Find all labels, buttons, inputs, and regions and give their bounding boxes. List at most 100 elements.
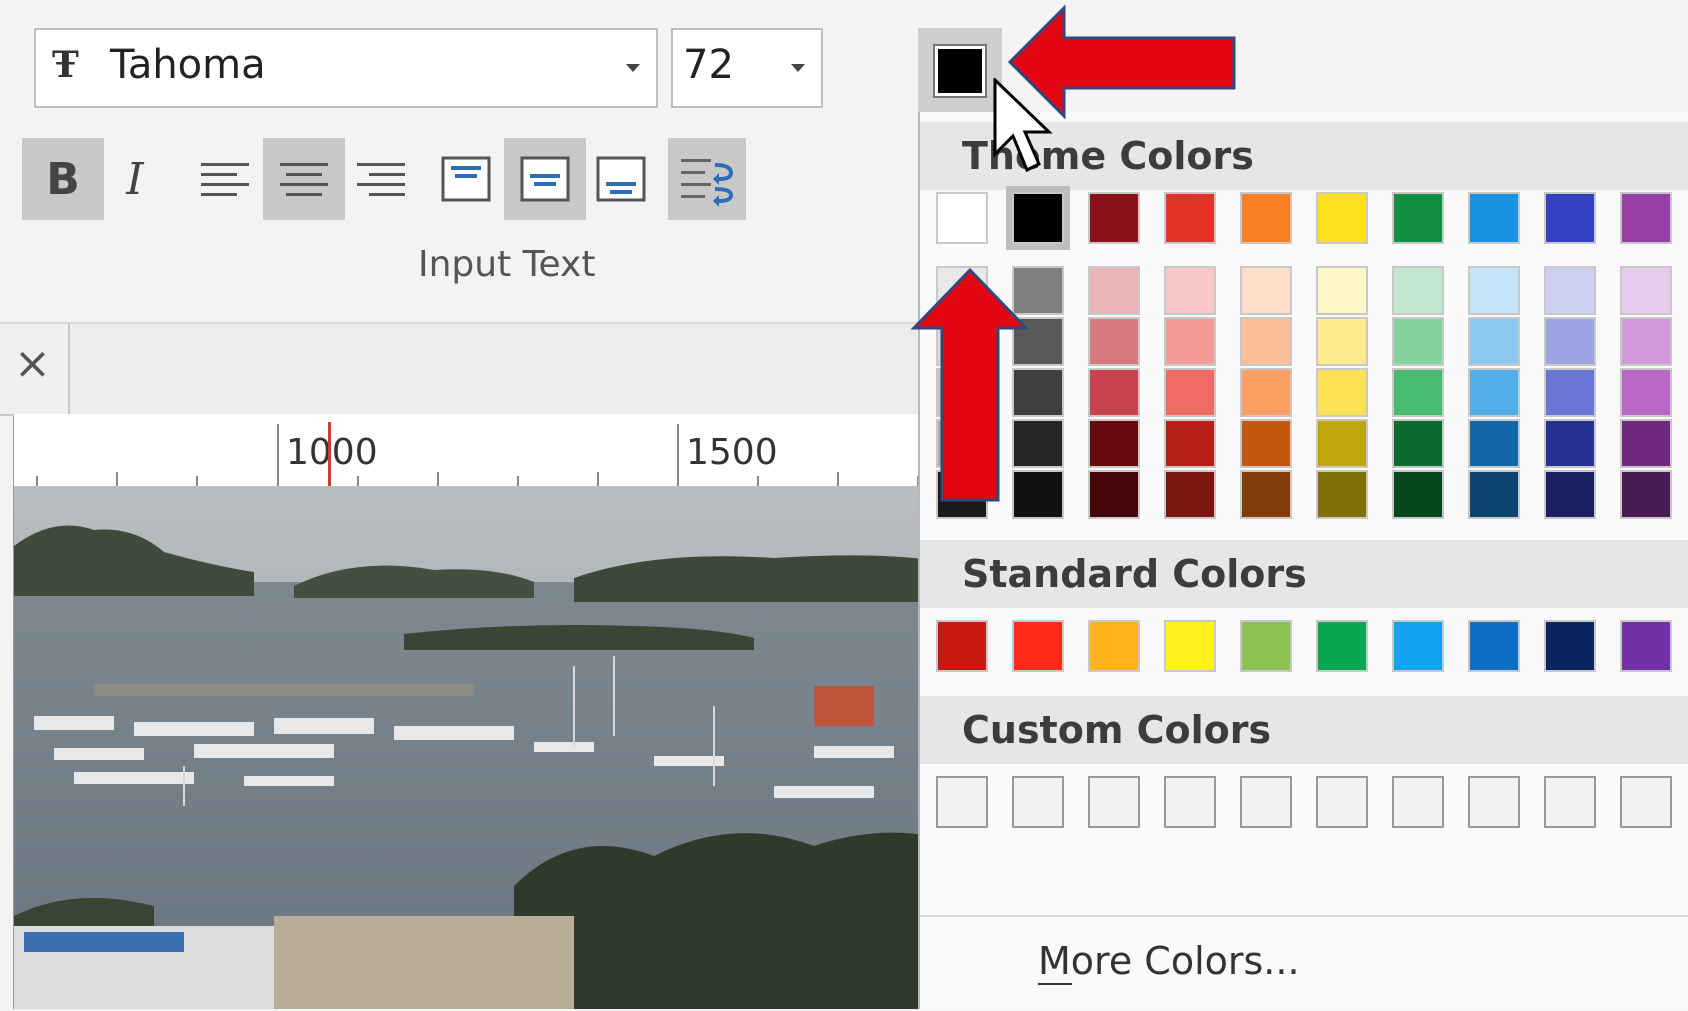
theme-shade-swatch[interactable]: [1240, 419, 1292, 468]
theme-shade-swatch[interactable]: [1316, 317, 1368, 366]
red-arrow-up-annotation: [910, 267, 1030, 508]
font-size-combo[interactable]: 72: [671, 28, 823, 108]
standard-color-swatch[interactable]: [1164, 620, 1216, 672]
theme-shade-swatch[interactable]: [1468, 266, 1520, 315]
valign-bottom-icon: [596, 156, 646, 202]
custom-color-swatch[interactable]: [1620, 776, 1672, 828]
align-left-button[interactable]: [184, 138, 266, 220]
theme-shade-swatch[interactable]: [1164, 368, 1216, 417]
theme-shade-swatch[interactable]: [1620, 317, 1672, 366]
theme-shade-swatch[interactable]: [1088, 368, 1140, 417]
align-right-button[interactable]: [340, 138, 422, 220]
custom-color-swatch[interactable]: [1544, 776, 1596, 828]
horizontal-ruler[interactable]: 1000 1500: [14, 414, 930, 487]
theme-shade-swatch[interactable]: [1620, 470, 1672, 519]
standard-color-swatch[interactable]: [936, 620, 988, 672]
valign-top-icon: [441, 156, 491, 202]
document-tab[interactable]: ×: [0, 324, 70, 416]
theme-shade-swatch[interactable]: [1164, 470, 1216, 519]
close-icon[interactable]: ×: [14, 338, 51, 389]
theme-shade-swatch[interactable]: [1468, 368, 1520, 417]
theme-color-swatch[interactable]: [1544, 192, 1596, 244]
standard-color-swatch[interactable]: [1620, 620, 1672, 672]
standard-color-swatch[interactable]: [1088, 620, 1140, 672]
theme-shade-swatch[interactable]: [1164, 266, 1216, 315]
theme-shade-swatch[interactable]: [1620, 419, 1672, 468]
more-colors-label: More Colors...: [1038, 939, 1300, 983]
theme-shade-swatch[interactable]: [1088, 266, 1140, 315]
theme-shade-swatch[interactable]: [1544, 470, 1596, 519]
custom-color-swatch[interactable]: [1240, 776, 1292, 828]
valign-top-button[interactable]: [425, 138, 507, 220]
mouse-pointer-icon: [993, 76, 1053, 182]
theme-shade-swatch[interactable]: [1544, 368, 1596, 417]
chevron-down-icon[interactable]: [626, 64, 640, 72]
theme-color-swatch[interactable]: [1088, 192, 1140, 244]
theme-shade-swatch[interactable]: [1392, 317, 1444, 366]
theme-shade-swatch[interactable]: [1468, 419, 1520, 468]
theme-shade-swatch[interactable]: [1544, 317, 1596, 366]
theme-color-swatch[interactable]: [1392, 192, 1444, 244]
theme-shade-swatch[interactable]: [1164, 317, 1216, 366]
theme-shade-swatch[interactable]: [1316, 470, 1368, 519]
font-size-value: 72: [683, 42, 734, 88]
italic-button[interactable]: I: [94, 138, 176, 220]
theme-shade-swatch[interactable]: [1240, 470, 1292, 519]
chevron-down-icon[interactable]: [791, 64, 805, 72]
standard-color-swatch[interactable]: [1392, 620, 1444, 672]
theme-shade-swatch[interactable]: [1544, 419, 1596, 468]
align-center-icon: [280, 156, 328, 203]
theme-color-swatch[interactable]: [1006, 186, 1070, 250]
theme-shade-swatch[interactable]: [1392, 470, 1444, 519]
tab-strip: ×: [0, 322, 930, 416]
standard-color-swatch[interactable]: [1468, 620, 1520, 672]
theme-shade-swatch[interactable]: [1240, 266, 1292, 315]
font-name-value: Tahoma: [110, 42, 266, 88]
wrap-text-button[interactable]: [668, 138, 746, 220]
align-left-icon: [201, 156, 249, 203]
valign-bottom-button[interactable]: [580, 138, 662, 220]
align-center-button[interactable]: [263, 138, 345, 220]
custom-color-swatch[interactable]: [1164, 776, 1216, 828]
theme-shade-swatch[interactable]: [1164, 419, 1216, 468]
theme-shade-swatch[interactable]: [1468, 317, 1520, 366]
standard-color-swatch[interactable]: [1240, 620, 1292, 672]
theme-shade-swatch[interactable]: [1316, 266, 1368, 315]
theme-color-swatch[interactable]: [1164, 192, 1216, 244]
theme-shade-swatch[interactable]: [1392, 368, 1444, 417]
theme-shade-swatch[interactable]: [1620, 266, 1672, 315]
custom-color-swatch[interactable]: [1316, 776, 1368, 828]
font-name-combo[interactable]: Ŧ Tahoma: [34, 28, 658, 108]
bold-button[interactable]: B: [22, 138, 104, 220]
custom-color-swatch[interactable]: [1012, 776, 1064, 828]
custom-color-swatch[interactable]: [936, 776, 988, 828]
theme-shade-swatch[interactable]: [1088, 470, 1140, 519]
more-colors-button[interactable]: More Colors...: [920, 915, 1688, 1011]
custom-color-swatch[interactable]: [1468, 776, 1520, 828]
theme-shade-swatch[interactable]: [1316, 368, 1368, 417]
standard-color-swatch[interactable]: [1544, 620, 1596, 672]
wrap-text-icon: [681, 159, 734, 207]
theme-shade-swatch[interactable]: [1240, 368, 1292, 417]
valign-middle-button[interactable]: [504, 138, 586, 220]
theme-shade-swatch[interactable]: [1316, 419, 1368, 468]
custom-color-swatch[interactable]: [1088, 776, 1140, 828]
standard-color-swatch[interactable]: [1012, 620, 1064, 672]
theme-shade-swatch[interactable]: [1392, 419, 1444, 468]
theme-shade-swatch[interactable]: [1468, 470, 1520, 519]
theme-color-swatch[interactable]: [936, 192, 988, 244]
custom-color-swatch[interactable]: [1392, 776, 1444, 828]
theme-color-swatch[interactable]: [1316, 192, 1368, 244]
theme-shade-swatch[interactable]: [1620, 368, 1672, 417]
theme-color-swatch[interactable]: [1620, 192, 1672, 244]
theme-shade-swatch[interactable]: [1392, 266, 1444, 315]
theme-shade-swatch[interactable]: [1088, 317, 1140, 366]
theme-color-swatch[interactable]: [1240, 192, 1292, 244]
theme-shade-swatch[interactable]: [1544, 266, 1596, 315]
standard-color-swatch[interactable]: [1316, 620, 1368, 672]
font-color-button[interactable]: [918, 28, 1002, 112]
theme-shade-swatch[interactable]: [1240, 317, 1292, 366]
theme-color-swatch[interactable]: [1468, 192, 1520, 244]
cursor-position-marker: [328, 422, 331, 486]
theme-shade-swatch[interactable]: [1088, 419, 1140, 468]
